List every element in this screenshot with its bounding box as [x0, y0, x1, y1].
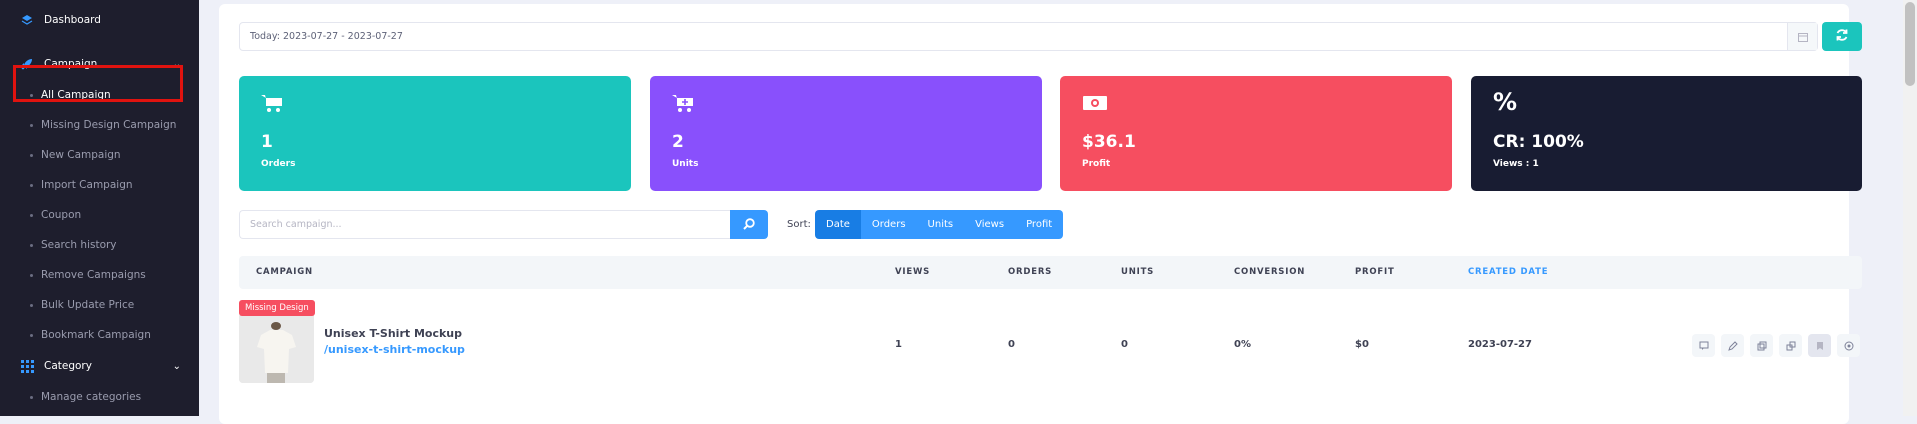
copy-icon[interactable]	[1750, 334, 1773, 357]
column-header-campaign: CAMPAIGN	[256, 267, 313, 277]
sidebar-sub-coupon[interactable]: Coupon	[0, 200, 199, 230]
cell-created-date: 2023-07-27	[1468, 339, 1532, 350]
dashboard-icon	[20, 13, 34, 27]
sub-label: Search history	[41, 239, 117, 251]
stat-card-profit: $36.1 Profit	[1060, 76, 1452, 191]
duplicate-icon[interactable]	[1779, 334, 1802, 357]
sort-label: Sort:	[787, 219, 811, 230]
stat-value: $36.1	[1082, 132, 1136, 152]
sort-profit-button[interactable]: Profit	[1015, 210, 1064, 239]
search-button[interactable]	[730, 210, 768, 239]
bullet-icon	[30, 303, 33, 307]
sub-label: Import Campaign	[41, 179, 133, 191]
sidebar-item-category[interactable]: Category ⌄	[0, 354, 199, 378]
stat-value: 2	[672, 132, 684, 152]
bullet-icon	[30, 183, 33, 187]
stat-label: Orders	[261, 159, 296, 169]
search-input[interactable]: Search campaign...	[239, 210, 731, 239]
search-icon	[743, 215, 755, 234]
sidebar-item-label: Category	[44, 360, 92, 372]
sub-label: Remove Campaigns	[41, 269, 146, 281]
stat-value: CR: 100%	[1493, 132, 1584, 152]
sort-views-button[interactable]: Views	[964, 210, 1016, 239]
sidebar-item-label: Dashboard	[44, 14, 101, 26]
column-header-orders[interactable]: ORDERS	[1008, 256, 1052, 289]
column-header-units[interactable]: UNITS	[1121, 256, 1154, 289]
bookmark-icon[interactable]	[1808, 334, 1831, 357]
stat-label: Views : 1	[1493, 159, 1539, 169]
stat-card-conversion: % CR: 100% Views : 1	[1471, 76, 1862, 191]
cell-conversion: 0%	[1234, 339, 1251, 350]
bullet-icon	[30, 123, 33, 127]
sidebar-sub-new-campaign[interactable]: New Campaign	[0, 140, 199, 170]
bullet-icon	[30, 395, 33, 399]
campaign-name: Unisex T-Shirt Mockup	[324, 327, 462, 340]
sidebar-item-dashboard[interactable]: Dashboard	[0, 8, 199, 32]
sidebar-sub-bulk-update-price[interactable]: Bulk Update Price	[0, 290, 199, 320]
selection-highlight	[13, 65, 183, 102]
row-actions	[1692, 334, 1860, 357]
sort-orders-button[interactable]: Orders	[860, 210, 917, 239]
stat-card-units: 2 Units	[650, 76, 1042, 191]
stat-value: 1	[261, 132, 273, 152]
sidebar-sub-manage-categories[interactable]: Manage categories	[0, 382, 199, 412]
sort-date-button[interactable]: Date	[815, 210, 861, 239]
refresh-button[interactable]	[1822, 22, 1862, 51]
cell-views: 1	[895, 339, 902, 350]
bullet-icon	[30, 243, 33, 247]
column-header-created-date[interactable]: CREATED DATE	[1468, 256, 1548, 289]
sub-label: Missing Design Campaign	[41, 119, 177, 131]
sidebar: Dashboard Campaign ⌄ All Campaign Missin…	[0, 0, 199, 416]
percent-icon: %	[1493, 88, 1518, 116]
bullet-icon	[30, 333, 33, 337]
column-header-profit[interactable]: PROFIT	[1355, 256, 1395, 289]
date-range-value: Today: 2023-07-27 - 2023-07-27	[250, 31, 403, 42]
sidebar-sub-search-history[interactable]: Search history	[0, 230, 199, 260]
sub-label: Bookmark Campaign	[41, 329, 151, 341]
refresh-icon	[1835, 27, 1849, 46]
stat-label: Units	[672, 159, 699, 169]
comment-icon[interactable]	[1692, 334, 1715, 357]
sub-label: New Campaign	[41, 149, 121, 161]
scrollbar-thumb[interactable]	[1905, 2, 1915, 86]
date-range-input[interactable]: Today: 2023-07-27 - 2023-07-27	[239, 22, 1818, 51]
cart-icon	[261, 94, 283, 118]
bullet-icon	[30, 273, 33, 277]
column-header-views[interactable]: VIEWS	[895, 256, 930, 289]
sub-label: Manage categories	[41, 391, 142, 403]
stat-card-orders: 1 Orders	[239, 76, 631, 191]
cell-units: 0	[1121, 339, 1128, 350]
grid-icon	[20, 359, 34, 373]
money-icon	[1082, 94, 1108, 116]
product-thumbnail[interactable]	[239, 313, 314, 383]
sidebar-sub-import-campaign[interactable]: Import Campaign	[0, 170, 199, 200]
cell-profit: $0	[1355, 339, 1369, 350]
sort-button-group: Date Orders Units Views Profit	[815, 210, 1064, 239]
sub-label: Bulk Update Price	[41, 299, 135, 311]
bullet-icon	[30, 213, 33, 217]
chevron-down-icon: ⌄	[172, 360, 181, 372]
bullet-icon	[30, 153, 33, 157]
sidebar-sub-bookmark-campaign[interactable]: Bookmark Campaign	[0, 320, 199, 350]
edit-icon[interactable]	[1721, 334, 1744, 357]
sidebar-sub-remove-campaigns[interactable]: Remove Campaigns	[0, 260, 199, 290]
sort-units-button[interactable]: Units	[916, 210, 965, 239]
missing-design-badge: Missing Design	[239, 300, 315, 316]
column-header-conversion[interactable]: CONVERSION	[1234, 256, 1305, 289]
sidebar-sub-missing-design[interactable]: Missing Design Campaign	[0, 110, 199, 140]
cell-orders: 0	[1008, 339, 1015, 350]
calendar-icon[interactable]	[1787, 23, 1817, 50]
view-icon[interactable]	[1837, 334, 1860, 357]
stat-label: Profit	[1082, 159, 1111, 169]
sub-label: Coupon	[41, 209, 82, 221]
cart-plus-icon	[672, 94, 694, 118]
campaign-slug-link[interactable]: /unisex-t-shirt-mockup	[324, 343, 465, 356]
